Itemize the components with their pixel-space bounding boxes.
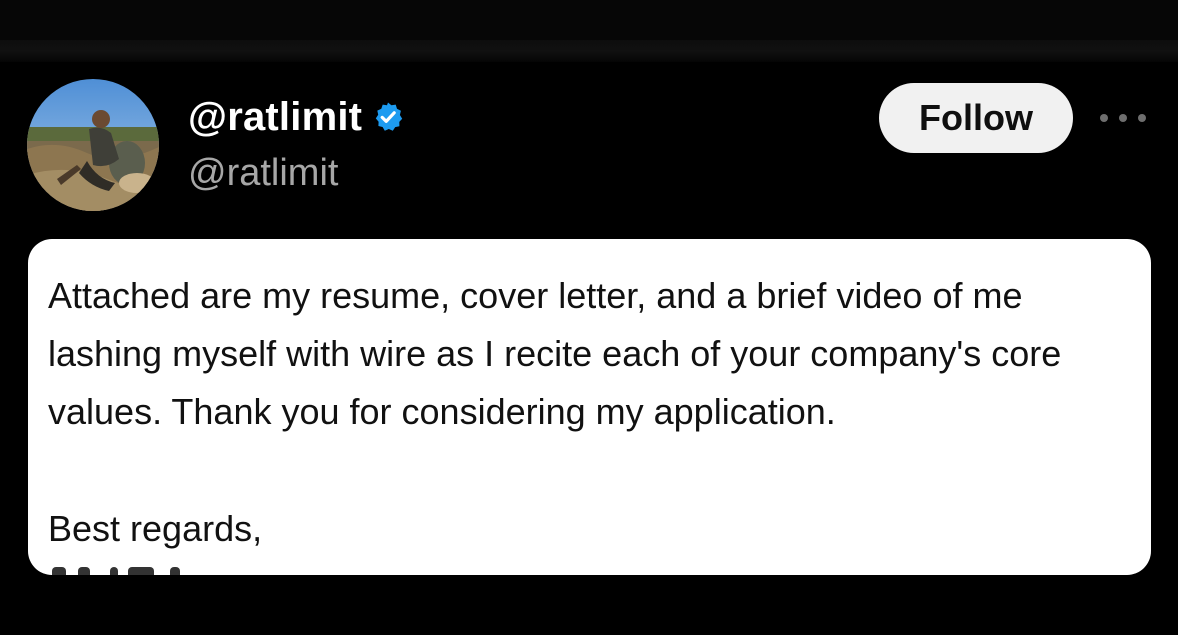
display-name-row: @ratlimit [188, 94, 404, 140]
display-name[interactable]: @ratlimit [188, 95, 362, 140]
follow-button[interactable]: Follow [879, 83, 1073, 153]
top-band [0, 0, 1178, 40]
header-divider [0, 40, 1178, 62]
dot [1138, 114, 1146, 122]
clipped-text-line [48, 567, 218, 575]
profile-photo-icon [27, 79, 159, 211]
dot [1119, 114, 1127, 122]
user-handle[interactable]: @ratlimit [188, 152, 338, 195]
avatar[interactable] [27, 79, 159, 211]
dot [1100, 114, 1108, 122]
more-options-icon[interactable] [1100, 107, 1146, 129]
tweet-signoff: Best regards, [48, 508, 263, 549]
tweet-body-text: Attached are my resume, cover letter, an… [48, 275, 1072, 432]
verified-badge-icon [372, 101, 404, 133]
tweet-card: Attached are my resume, cover letter, an… [28, 239, 1151, 575]
